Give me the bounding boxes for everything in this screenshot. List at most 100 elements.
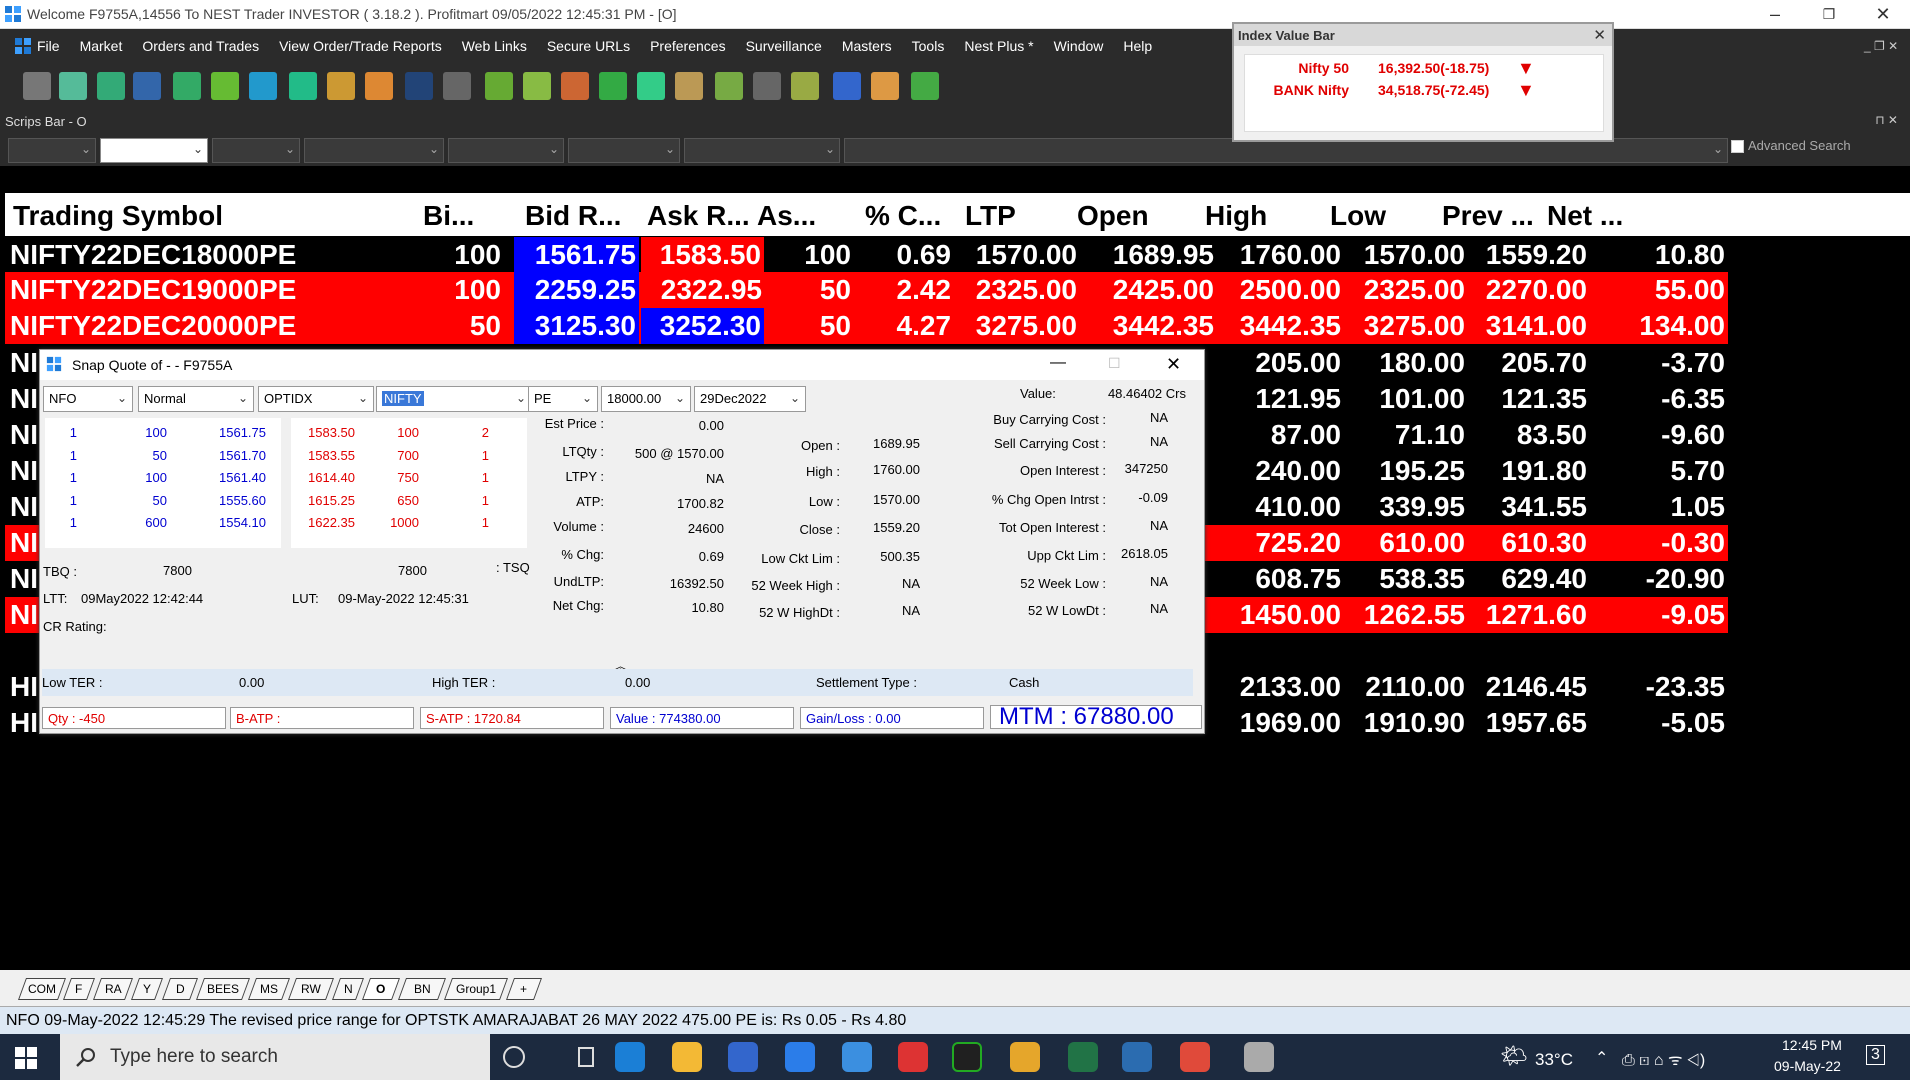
menu-item-4[interactable]: Web Links <box>462 38 527 54</box>
menu-item-7[interactable]: Surveillance <box>746 38 822 54</box>
toolbar-icon-22[interactable] <box>871 72 899 100</box>
table-row[interactable]: NIFTY22DEC20000PE 50 3125.30 3252.30 50 4.27 3… <box>5 308 1728 344</box>
tray-chevron-icon[interactable]: ⌃ <box>1595 1048 1608 1068</box>
tab-y[interactable]: Y <box>130 978 164 1000</box>
task-view-icon[interactable] <box>503 1046 525 1068</box>
menu-item-1[interactable]: Market <box>80 38 123 54</box>
menu-item-8[interactable]: Masters <box>842 38 892 54</box>
temperature[interactable]: 33°C <box>1535 1050 1573 1070</box>
exchange-dropdown[interactable]: ⌄ <box>8 138 96 163</box>
toolbar-icon-2[interactable] <box>97 72 125 100</box>
toolbar-icon-12[interactable] <box>485 72 513 100</box>
tab-rw[interactable]: RW <box>287 978 335 1000</box>
snap-filter-3[interactable]: NIFTY ⌄ <box>376 386 532 412</box>
menu-item-2[interactable]: Orders and Trades <box>142 38 259 54</box>
tab-ms[interactable]: MS <box>247 978 291 1000</box>
snap-quote-window[interactable]: Snap Quote of - - F9755A — ☐ ✕ NFO ⌄ Norma… <box>39 349 1205 734</box>
header-10[interactable]: Prev ... <box>1442 200 1554 232</box>
toolbar-icon-3[interactable] <box>133 72 161 100</box>
calculator-icon[interactable] <box>1244 1042 1274 1072</box>
toolbar-icon-6[interactable] <box>249 72 277 100</box>
header-5[interactable]: % C... <box>865 200 957 232</box>
advanced-search-checkbox[interactable] <box>1731 140 1744 154</box>
close-icon[interactable]: ✕ <box>1166 354 1181 375</box>
tab-bees[interactable]: BEES <box>195 978 251 1000</box>
minimize-icon[interactable]: — <box>1050 354 1066 372</box>
menu-item-0[interactable]: File <box>37 38 60 54</box>
toolbar-icon-5[interactable] <box>211 72 239 100</box>
notification-icon[interactable]: 3 <box>1866 1045 1885 1065</box>
snap-filter-4[interactable]: PE ⌄ <box>528 386 598 412</box>
tab-group1[interactable]: Group1 <box>443 978 509 1000</box>
advanced-search-toggle[interactable]: Advanced Search <box>1731 138 1851 154</box>
tab-f[interactable]: F <box>62 978 96 1000</box>
menu-item-3[interactable]: View Order/Trade Reports <box>279 38 442 54</box>
snap-filter-2[interactable]: OPTIDX ⌄ <box>258 386 374 412</box>
close-icon[interactable]: ✕ <box>1593 26 1606 44</box>
nest-trader-icon[interactable] <box>952 1042 982 1072</box>
table-row[interactable]: NIFTY22DEC18000PE 100 1561.75 1583.50 100 0.6… <box>5 237 1728 273</box>
menu-item-11[interactable]: Window <box>1054 38 1104 54</box>
close-icon[interactable]: ✕ <box>1860 0 1906 29</box>
clock-date[interactable]: 09-May-22 <box>1774 1058 1841 1074</box>
toolbar-icon-11[interactable] <box>443 72 471 100</box>
tab-+[interactable]: + <box>505 978 543 1000</box>
weather-icon[interactable]: 🌤 <box>1500 1043 1528 1069</box>
app-menu-icon[interactable] <box>14 37 32 55</box>
menu-item-9[interactable]: Tools <box>912 38 945 54</box>
snap-filter-6[interactable]: 29Dec2022 ⌄ <box>694 386 806 412</box>
tab-com[interactable]: COM <box>17 978 67 1000</box>
header-7[interactable]: Open <box>1077 200 1205 232</box>
excel-icon[interactable] <box>1068 1042 1098 1072</box>
toolbar-icon-14[interactable] <box>561 72 589 100</box>
toolbar-icon-10[interactable] <box>405 72 433 100</box>
header-4[interactable]: As... <box>757 200 853 232</box>
minimize-icon[interactable]: – <box>1752 0 1798 29</box>
table-row[interactable]: NIFTY22DEC19000PE 100 2259.25 2322.95 50 2.42… <box>5 272 1728 308</box>
toolbar-icon-8[interactable] <box>327 72 355 100</box>
header-2[interactable]: Bid R... <box>525 200 635 232</box>
series-dropdown[interactable]: ⌄ <box>304 138 444 163</box>
snap-filter-0[interactable]: NFO ⌄ <box>43 386 133 412</box>
remote-desktop-icon[interactable] <box>842 1042 872 1072</box>
toolbar-icon-15[interactable] <box>599 72 627 100</box>
maximize-icon[interactable]: ☐ <box>1108 355 1121 372</box>
tab-d[interactable]: D <box>161 978 199 1000</box>
edge-icon[interactable] <box>615 1042 645 1072</box>
header-6[interactable]: LTP <box>965 200 1075 232</box>
toolbar-icon-1[interactable] <box>59 72 87 100</box>
index-row[interactable]: Nifty 50 16,392.50(-18.75) ▼ <box>1245 57 1605 79</box>
chrome-profile-icon[interactable] <box>1180 1042 1210 1072</box>
office-icon[interactable] <box>1010 1042 1040 1072</box>
toolbar-icon-9[interactable] <box>365 72 393 100</box>
snap-filter-5[interactable]: 18000.00 ⌄ <box>601 386 691 412</box>
toolbar-icon-21[interactable] <box>833 72 861 100</box>
file-explorer-icon[interactable] <box>672 1042 702 1072</box>
taskbar-search[interactable]: Type here to search <box>60 1034 490 1080</box>
header-9[interactable]: Low <box>1330 200 1450 232</box>
toolbar-icon-17[interactable] <box>675 72 703 100</box>
tab-ra[interactable]: RA <box>92 978 134 1000</box>
widgets-icon[interactable] <box>578 1047 594 1067</box>
store-icon[interactable] <box>728 1042 758 1072</box>
menu-item-10[interactable]: Nest Plus * <box>964 38 1033 54</box>
pin-icon[interactable]: ⊓ ✕ <box>1875 113 1898 127</box>
toolbar-icon-20[interactable] <box>791 72 819 100</box>
expiry-dropdown[interactable]: ⌄ <box>448 138 564 163</box>
tab-n[interactable]: N <box>331 978 365 1000</box>
index-row[interactable]: BANK Nifty 34,518.75(-72.45) ▼ <box>1245 79 1605 101</box>
maximize-icon[interactable]: ❐ <box>1806 0 1852 29</box>
snap-filter-1[interactable]: Normal ⌄ <box>138 386 254 412</box>
toolbar-icon-4[interactable] <box>173 72 201 100</box>
window-icon[interactable] <box>1122 1042 1152 1072</box>
option-type-dropdown[interactable]: ⌄ <box>568 138 680 163</box>
header-8[interactable]: High <box>1205 200 1339 232</box>
tab-bn[interactable]: BN <box>397 978 447 1000</box>
header-3[interactable]: Ask R... <box>647 200 757 232</box>
chrome-icon[interactable] <box>898 1042 928 1072</box>
toolbar-icon-13[interactable] <box>523 72 551 100</box>
mdi-controls-icon[interactable]: _ ❐ ✕ <box>1864 39 1898 53</box>
clock-time[interactable]: 12:45 PM <box>1782 1037 1842 1053</box>
mail-icon[interactable] <box>785 1042 815 1072</box>
toolbar-icon-7[interactable] <box>289 72 317 100</box>
